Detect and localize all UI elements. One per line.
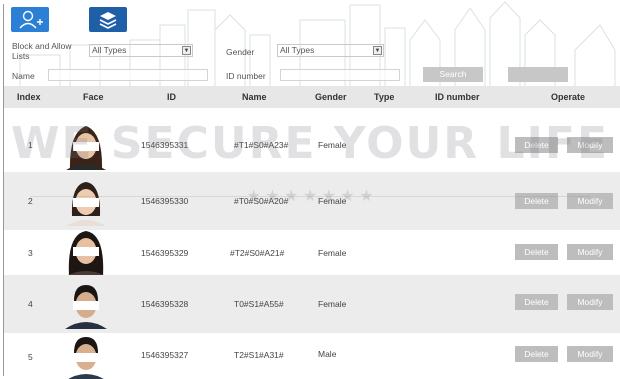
header-name: Name <box>242 92 267 102</box>
add-user-icon <box>19 10 43 29</box>
face-library-button[interactable] <box>89 7 127 32</box>
face-thumbnail <box>68 337 104 379</box>
row-index: 5 <box>28 352 33 362</box>
reset-button[interactable] <box>508 67 568 82</box>
name-input[interactable] <box>48 69 208 81</box>
header-operate: Operate <box>551 92 586 102</box>
face-thumbnail <box>66 182 106 226</box>
row-index: 4 <box>28 299 33 309</box>
row-index: 1 <box>28 140 33 150</box>
row-name: T2#S1#A31# <box>234 350 284 360</box>
row-id: 1546395328 <box>141 299 189 309</box>
header-type: Type <box>374 92 395 102</box>
face-thumbnail <box>66 126 106 170</box>
row-id: 1546395329 <box>141 248 189 258</box>
row-gender: Female <box>318 140 347 150</box>
row-name: #T0#S0#A20# <box>234 196 289 206</box>
delete-button[interactable]: Delete <box>515 137 558 153</box>
id-number-label: ID number <box>226 71 266 81</box>
delete-button[interactable]: Delete <box>515 294 558 310</box>
table-header: Index Face ID Name Gender Type ID number… <box>4 86 620 108</box>
row-index: 2 <box>28 196 33 206</box>
row-gender: Female <box>318 248 347 258</box>
gender-label: Gender <box>226 47 255 57</box>
header-id: ID <box>167 92 176 102</box>
gender-select[interactable]: All Types ▼ <box>277 44 384 57</box>
id-number-input[interactable] <box>280 69 400 81</box>
row-name: T0#S1#A55# <box>234 299 284 309</box>
delete-button[interactable]: Delete <box>515 346 558 362</box>
table-row: 1 1546395331 #T1#S0#A23# Female Delete M… <box>4 116 620 174</box>
header-gender: Gender <box>315 92 347 102</box>
list-type-label: Block and Allow Lists <box>12 41 72 61</box>
row-index: 3 <box>28 248 33 258</box>
row-id: 1546395327 <box>141 350 189 360</box>
library-icon <box>99 12 117 29</box>
header-face: Face <box>83 92 104 102</box>
row-id: 1546395331 <box>141 140 189 150</box>
list-type-value: All Types <box>92 45 127 55</box>
modify-button[interactable]: Modify <box>567 346 613 362</box>
row-gender: Male <box>318 349 337 359</box>
chevron-down-icon: ▼ <box>182 46 191 55</box>
chevron-down-icon: ▼ <box>373 46 382 55</box>
row-gender: Female <box>318 196 347 206</box>
face-thumbnail <box>66 231 106 276</box>
table-row: 3 1546395329 #T2#S0#A21# Female Delete M… <box>4 222 620 280</box>
name-label: Name <box>12 71 35 81</box>
modify-button[interactable]: Modify <box>567 294 613 310</box>
table-row: 5 1546395327 T2#S1#A31# Male Delete Modi… <box>4 328 620 379</box>
delete-button[interactable]: Delete <box>515 244 558 260</box>
row-gender: Female <box>318 299 347 309</box>
header-id-number: ID number <box>435 92 480 102</box>
add-user-button[interactable] <box>11 7 49 32</box>
list-type-select[interactable]: All Types ▼ <box>89 44 193 57</box>
watermark-line <box>30 196 590 197</box>
row-id: 1546395330 <box>141 196 189 206</box>
modify-button[interactable]: Modify <box>567 244 613 260</box>
table-row: 4 1546395328 T0#S1#A55# Female Delete Mo… <box>4 275 620 333</box>
row-name: #T2#S0#A21# <box>230 248 285 258</box>
search-button[interactable]: Search <box>423 67 483 82</box>
header-index: Index <box>17 92 41 102</box>
modify-button[interactable]: Modify <box>567 137 613 153</box>
face-thumbnail <box>65 285 107 329</box>
gender-value: All Types <box>280 45 315 55</box>
row-name: #T1#S0#A23# <box>234 140 289 150</box>
